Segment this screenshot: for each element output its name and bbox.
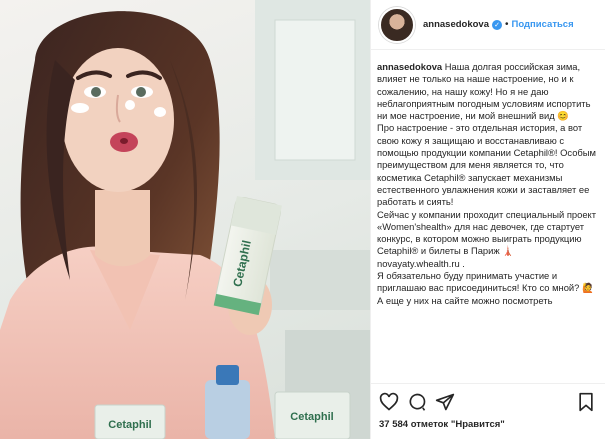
caption-paragraph: Я обязательно буду принимать участие и п… bbox=[377, 270, 594, 294]
caption-paragraph: А еще у них на сайте можно посмотреть bbox=[377, 294, 553, 306]
post-sidebar: annasedokova ✓ • Подписаться annasedokov… bbox=[370, 0, 605, 440]
bookmark-icon[interactable] bbox=[576, 392, 596, 412]
product-label-box-2: Cetaphil bbox=[290, 411, 333, 423]
photo-illustration: Cetaphil Cetaphil Cetaphil bbox=[0, 0, 370, 439]
heart-icon[interactable] bbox=[379, 392, 399, 412]
avatar[interactable] bbox=[379, 6, 415, 43]
likes-count[interactable]: 37 584 отметок "Нравится" bbox=[379, 419, 505, 430]
separator-dot: • bbox=[505, 19, 509, 30]
caption-link[interactable]: novayaty.whealth.ru . bbox=[377, 258, 598, 270]
post-photo[interactable]: Cetaphil Cetaphil Cetaphil bbox=[0, 0, 370, 439]
caption-paragraph: Сейчас у компании проходит специальный п… bbox=[377, 208, 597, 257]
caption-username-link[interactable]: annasedokova bbox=[377, 61, 442, 72]
follow-button[interactable]: Подписаться bbox=[512, 19, 574, 30]
post-header: annasedokova ✓ • Подписаться bbox=[371, 0, 605, 50]
post-caption: annasedokova Наша долгая российская зима… bbox=[377, 61, 598, 379]
verified-badge-icon: ✓ bbox=[492, 19, 502, 30]
instagram-post: Cetaphil Cetaphil Cetaphil annasedokova … bbox=[0, 0, 605, 440]
comment-icon[interactable] bbox=[407, 392, 427, 412]
product-label-box: Cetaphil bbox=[108, 419, 151, 431]
post-actions: 37 584 отметок "Нравится" bbox=[371, 383, 605, 440]
caption-paragraph: Про настроение - это отдельная история, … bbox=[377, 122, 596, 208]
username-link[interactable]: annasedokova bbox=[423, 19, 489, 30]
share-icon[interactable] bbox=[435, 392, 455, 412]
